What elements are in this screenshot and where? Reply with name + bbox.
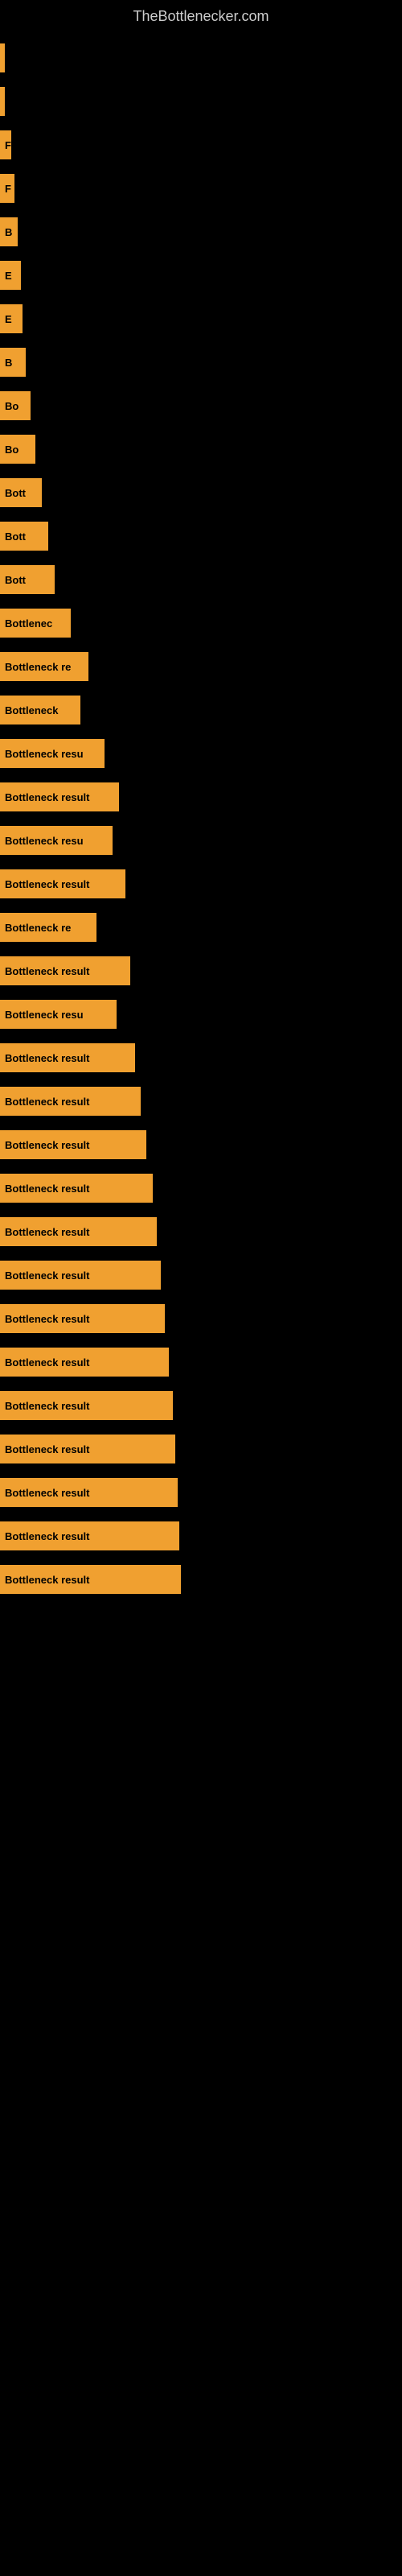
bar-item: Bottleneck result <box>0 1217 157 1246</box>
bar-item: Bottleneck result <box>0 1130 146 1159</box>
bar-row: Bo <box>0 428 402 470</box>
bar-item: B <box>0 217 18 246</box>
bar-item: F <box>0 174 14 203</box>
bar-row: Bottleneck <box>0 689 402 731</box>
bar-row: Bottleneck resu <box>0 819 402 861</box>
bar-item: Bott <box>0 522 48 551</box>
bar-item: E <box>0 261 21 290</box>
bar-row: E <box>0 254 402 296</box>
bar-row: Bottleneck result <box>0 1254 402 1296</box>
bar-item: Bottleneck re <box>0 652 88 681</box>
bar-row: Bottleneck result <box>0 1428 402 1470</box>
bar-row: Bottleneck re <box>0 906 402 948</box>
bar-item: Bo <box>0 435 35 464</box>
bar-row <box>0 37 402 79</box>
bar-item: Bottleneck resu <box>0 739 105 768</box>
bar-row: Bottleneck result <box>0 1385 402 1426</box>
bar-item: Bottleneck result <box>0 1174 153 1203</box>
bar-row: F <box>0 167 402 209</box>
bar-row: Bo <box>0 385 402 427</box>
bar-row: Bott <box>0 472 402 514</box>
bar-row: Bottleneck result <box>0 1037 402 1079</box>
bar-item: Bottleneck result <box>0 869 125 898</box>
bar-row: Bottleneck result <box>0 1167 402 1209</box>
bar-item: F <box>0 130 11 159</box>
bar-item: Bottleneck result <box>0 1261 161 1290</box>
bar-item: Bottleneck resu <box>0 1000 117 1029</box>
bar-row: Bottleneck result <box>0 1472 402 1513</box>
bar-item: Bottleneck <box>0 696 80 724</box>
bar-item: Bottleneck result <box>0 1304 165 1333</box>
bar-row: Bottleneck result <box>0 1515 402 1557</box>
bar-item: Bottleneck result <box>0 1087 141 1116</box>
bar-item <box>0 87 5 116</box>
bar-item: Bottleneck result <box>0 956 130 985</box>
bar-item: Bottleneck result <box>0 1391 173 1420</box>
bar-row: B <box>0 341 402 383</box>
bar-item: E <box>0 304 23 333</box>
page-title: TheBottlenecker.com <box>0 0 402 37</box>
bar-item: Bo <box>0 391 31 420</box>
bar-item: B <box>0 348 26 377</box>
bar-item: Bottleneck result <box>0 1521 179 1550</box>
bar-item: Bottlenec <box>0 609 71 638</box>
bar-item: Bottleneck result <box>0 1435 175 1463</box>
bar-item: Bott <box>0 478 42 507</box>
bar-row: Bottleneck result <box>0 863 402 905</box>
bar-row: Bottleneck re <box>0 646 402 687</box>
bar-item: Bottleneck result <box>0 1565 181 1594</box>
bar-item <box>0 43 5 72</box>
bar-row: Bottlenec <box>0 602 402 644</box>
bar-row: Bottleneck resu <box>0 733 402 774</box>
bar-row: Bottleneck resu <box>0 993 402 1035</box>
bar-row: Bottleneck result <box>0 1298 402 1340</box>
bar-row: Bott <box>0 559 402 601</box>
bar-item: Bottleneck result <box>0 1478 178 1507</box>
bar-row: Bottleneck result <box>0 1124 402 1166</box>
bar-row: F <box>0 124 402 166</box>
bar-row: Bottleneck result <box>0 950 402 992</box>
bar-item: Bottleneck result <box>0 1043 135 1072</box>
bar-row: Bott <box>0 515 402 557</box>
bar-row: Bottleneck result <box>0 1080 402 1122</box>
bar-item: Bott <box>0 565 55 594</box>
bar-chart: FFBEEBBoBoBottBottBottBottlenecBottlenec… <box>0 37 402 1602</box>
bar-item: Bottleneck result <box>0 1348 169 1377</box>
bar-row: Bottleneck result <box>0 1211 402 1253</box>
bar-row <box>0 80 402 122</box>
bar-item: Bottleneck re <box>0 913 96 942</box>
bar-row: B <box>0 211 402 253</box>
bar-row: Bottleneck result <box>0 1558 402 1600</box>
bar-row: E <box>0 298 402 340</box>
bar-item: Bottleneck resu <box>0 826 113 855</box>
bar-item: Bottleneck result <box>0 782 119 811</box>
bar-row: Bottleneck result <box>0 1341 402 1383</box>
bar-row: Bottleneck result <box>0 776 402 818</box>
